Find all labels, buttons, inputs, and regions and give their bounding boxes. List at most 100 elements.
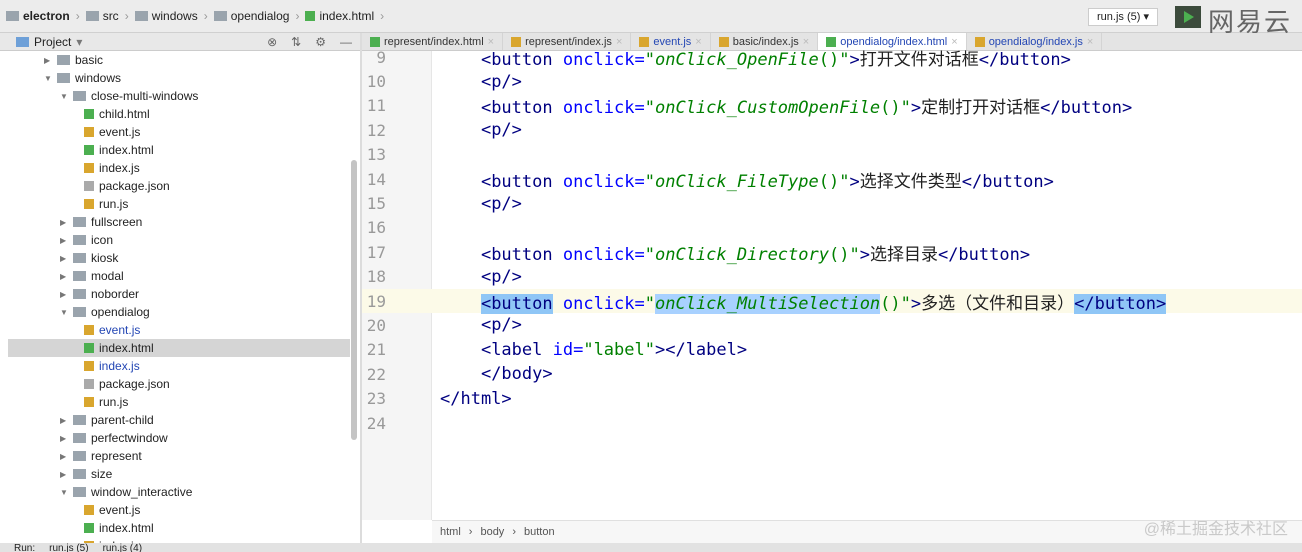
code-line[interactable]: 21 <label id="label"></label> [362,338,1302,362]
tree-item[interactable]: index.html [8,519,350,537]
code-line[interactable]: 16 [362,216,1302,240]
tree-item[interactable]: ▶ parent-child [8,411,350,429]
tree-item[interactable]: ▶ kiosk [8,249,350,267]
tree-item[interactable]: event.js [8,321,350,339]
code-line[interactable]: 12 <p/> [362,118,1302,142]
code-line[interactable]: 20 <p/> [362,313,1302,337]
tree-item[interactable]: run.js [8,195,350,213]
code-line[interactable]: 9 <button onclick="onClick_OpenFile()">打… [362,45,1302,70]
tree-item[interactable]: ▼ window_interactive [8,483,350,501]
code-line[interactable]: 10 <p/> [362,69,1302,93]
caret-right-icon[interactable]: ▶ [60,470,68,479]
breadcrumb-label: windows [151,9,198,23]
run-tab[interactable]: run.js (5) [49,543,88,552]
caret-right-icon[interactable]: ▶ [44,56,52,65]
code-line[interactable]: 18 <p/> [362,265,1302,289]
code-line[interactable]: 24 [362,411,1302,435]
status-path-item[interactable]: body [480,526,504,538]
tree-item[interactable]: ▶ perfectwindow [8,429,350,447]
locate-icon[interactable]: ⊗ [267,35,277,49]
tree-item[interactable]: event.js [8,501,350,519]
js-file-icon [84,163,94,173]
js-file-icon [84,505,94,515]
code-line[interactable]: 17 <button onclick="onClick_Directory()"… [362,240,1302,265]
tree-item[interactable]: run.js [8,393,350,411]
caret-down-icon[interactable]: ▼ [60,308,68,317]
folder-icon [73,433,86,443]
run-button[interactable] [1175,6,1201,28]
tree-item[interactable]: index.js [8,159,350,177]
tree-item[interactable]: package.json [8,177,350,195]
tree-item[interactable]: ▶ basic [8,51,350,69]
code-text: <p/> [480,120,522,141]
caret-right-icon[interactable]: ▶ [60,272,68,281]
breadcrumb-item[interactable]: src [85,9,119,23]
gear-icon[interactable]: ⚙ [315,35,326,49]
folder-icon [73,271,86,281]
line-number: 20 [366,315,386,335]
chevron-right-icon: › [75,9,80,23]
tree-item[interactable]: ▼ windows [8,69,350,87]
breadcrumb-item[interactable]: electron [6,9,70,23]
html-file-icon [84,145,94,155]
project-panel-header[interactable]: Project ▾ ⊗ ⇅ ⚙ — [0,33,360,51]
run-label: Run: [14,543,36,552]
hide-icon[interactable]: — [340,35,352,49]
caret-right-icon[interactable]: ▶ [60,290,68,299]
code-line[interactable]: 19 <button onclick="onClick_MultiSelecti… [362,288,1302,314]
folder-icon [73,91,86,101]
caret-right-icon[interactable]: ▶ [60,416,68,425]
run-config-select[interactable]: run.js (5) ▾ [1088,8,1158,26]
code-line[interactable]: 23 </html> [362,386,1302,410]
chevron-down-icon[interactable]: ▾ [76,35,82,49]
code-editor[interactable]: 9 <button onclick="onClick_OpenFile()">打… [362,45,1302,435]
tree-item[interactable]: ▶ noborder [8,285,350,303]
tree-item-label: event.js [99,125,141,139]
tree-item[interactable]: ▶ icon [8,231,350,249]
folder-icon [73,487,86,497]
folder-icon [57,73,70,83]
folder-icon [85,11,99,21]
tree-scrollbar[interactable] [351,160,357,440]
line-number: 24 [366,413,386,433]
tree-item[interactable]: ▶ represent [8,447,350,465]
html-file-icon [84,109,94,119]
line-number: 23 [366,389,386,409]
tree-item[interactable]: event.js [8,123,350,141]
breadcrumb-item[interactable]: windows [134,9,198,23]
caret-right-icon[interactable]: ▶ [60,452,68,461]
code-text: <button onclick="onClick_CustomOpenFile(… [480,98,1133,119]
caret-right-icon[interactable]: ▶ [60,254,68,263]
tree-item[interactable]: child.html [8,105,350,123]
breadcrumb-item[interactable]: index.html [305,9,374,23]
caret-down-icon[interactable]: ▼ [60,488,68,497]
caret-right-icon[interactable]: ▶ [60,236,68,245]
tree-item[interactable]: ▼ opendialog [8,303,350,321]
code-line[interactable]: 13 [362,143,1302,167]
tree-item[interactable]: index.js [8,357,350,375]
tree-item[interactable]: index.html [8,141,350,159]
folder-icon [73,415,86,425]
code-line[interactable]: 22 </body> [362,362,1302,386]
tree-item[interactable]: ▶ size [8,465,350,483]
status-path-item[interactable]: html [440,526,461,538]
caret-right-icon[interactable]: ▶ [60,434,68,443]
code-line[interactable]: 11 <button onclick="onClick_CustomOpenFi… [362,94,1302,118]
caret-down-icon[interactable]: ▼ [44,74,52,83]
tree-item[interactable]: ▼ close-multi-windows [8,87,350,105]
js-file-icon [84,325,94,335]
code-line[interactable]: 14 <button onclick="onClick_FileType()">… [362,167,1302,192]
tree-item[interactable]: ▶ modal [8,267,350,285]
tree-item[interactable]: index.html [8,339,350,357]
caret-down-icon[interactable]: ▼ [60,92,68,101]
code-text: <p/> [480,266,522,287]
status-path-item[interactable]: button [524,526,555,538]
tree-item[interactable]: ▶ fullscreen [8,213,350,231]
caret-right-icon[interactable]: ▶ [60,218,68,227]
code-line[interactable]: 15 <p/> [362,191,1302,215]
collapse-icon[interactable]: ⇅ [291,35,301,49]
run-tab[interactable]: run.js (4) [103,543,142,552]
breadcrumb-item[interactable]: opendialog [213,9,289,23]
tree-item[interactable]: package.json [8,375,350,393]
folder-icon [57,55,70,65]
